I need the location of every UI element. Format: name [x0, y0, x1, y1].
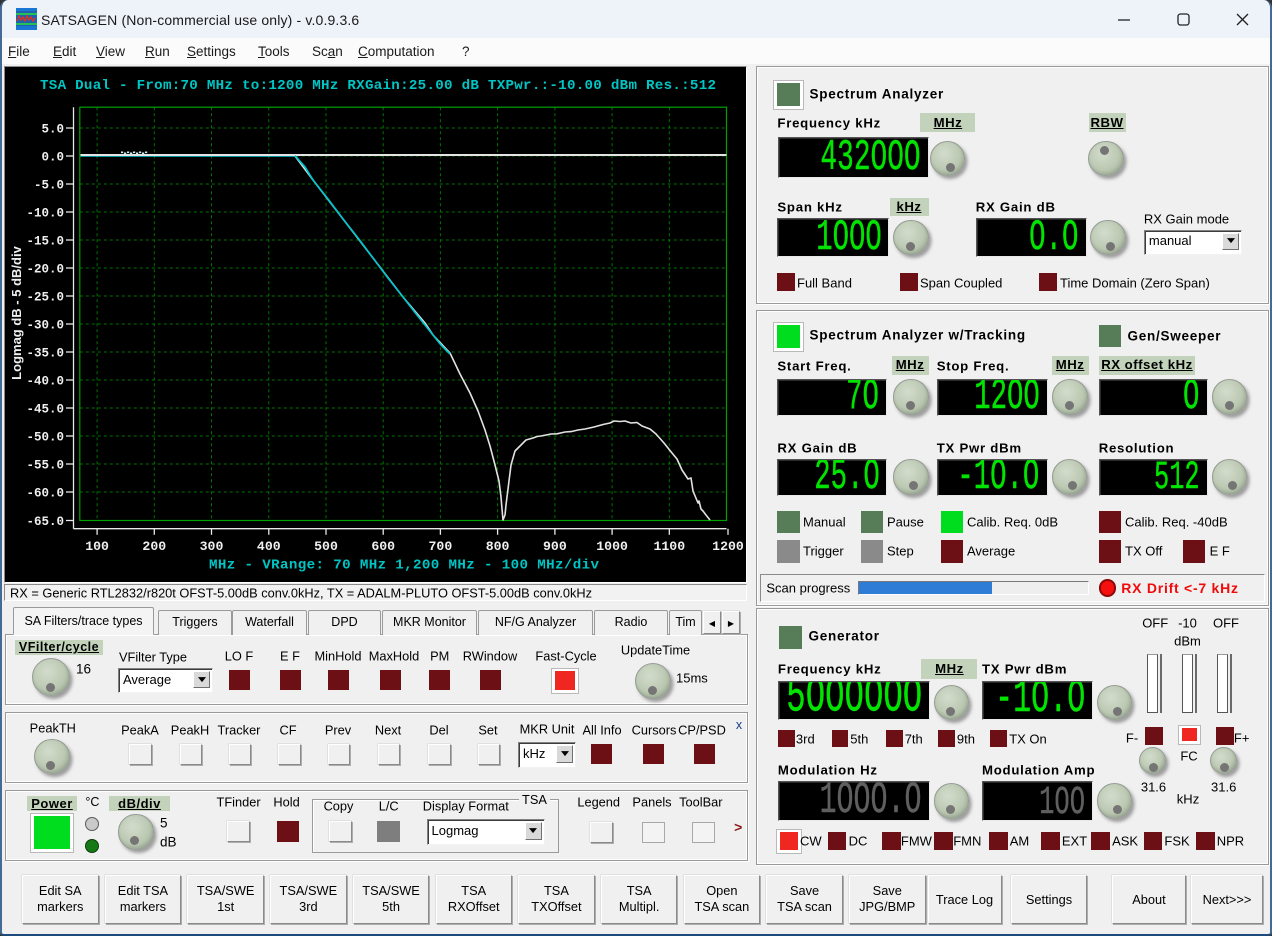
svg-text:1000: 1000 [596, 539, 628, 554]
svg-text:1200: 1200 [712, 539, 744, 554]
svg-text:900: 900 [543, 539, 567, 554]
svg-text:5.0: 5.0 [41, 122, 64, 136]
svg-text:700: 700 [429, 539, 453, 554]
svg-text:Logmag dB - 5 dB/div: Logmag dB - 5 dB/div [9, 245, 24, 379]
svg-text:0.0: 0.0 [41, 150, 64, 164]
svg-text:-35.0: -35.0 [26, 346, 64, 360]
svg-text:-55.0: -55.0 [26, 458, 64, 472]
svg-text:800: 800 [486, 539, 510, 554]
svg-text:-30.0: -30.0 [26, 318, 64, 332]
svg-text:300: 300 [200, 539, 224, 554]
svg-text:-65.0: -65.0 [26, 515, 64, 529]
svg-text:-15.0: -15.0 [26, 234, 64, 248]
svg-text:-20.0: -20.0 [26, 262, 64, 276]
svg-text:500: 500 [314, 539, 338, 554]
svg-text:-45.0: -45.0 [26, 402, 64, 416]
svg-text:600: 600 [371, 539, 395, 554]
svg-text:1100: 1100 [653, 539, 685, 554]
svg-text:-50.0: -50.0 [26, 430, 64, 444]
svg-text:-25.0: -25.0 [26, 290, 64, 304]
svg-text:100: 100 [85, 539, 109, 554]
svg-text:200: 200 [142, 539, 166, 554]
svg-text:MHz - VRange: 70 MHz 1,200 MHz: MHz - VRange: 70 MHz 1,200 MHz - 100 MHz… [209, 558, 599, 574]
svg-text:TSA Dual - From:70 MHz to:1200: TSA Dual - From:70 MHz to:1200 MHz RXGai… [40, 78, 716, 94]
svg-text:400: 400 [257, 539, 281, 554]
svg-text:-60.0: -60.0 [26, 486, 64, 500]
svg-text:-5.0: -5.0 [34, 178, 64, 192]
svg-text:-40.0: -40.0 [26, 374, 64, 388]
svg-text:-10.0: -10.0 [26, 206, 64, 220]
